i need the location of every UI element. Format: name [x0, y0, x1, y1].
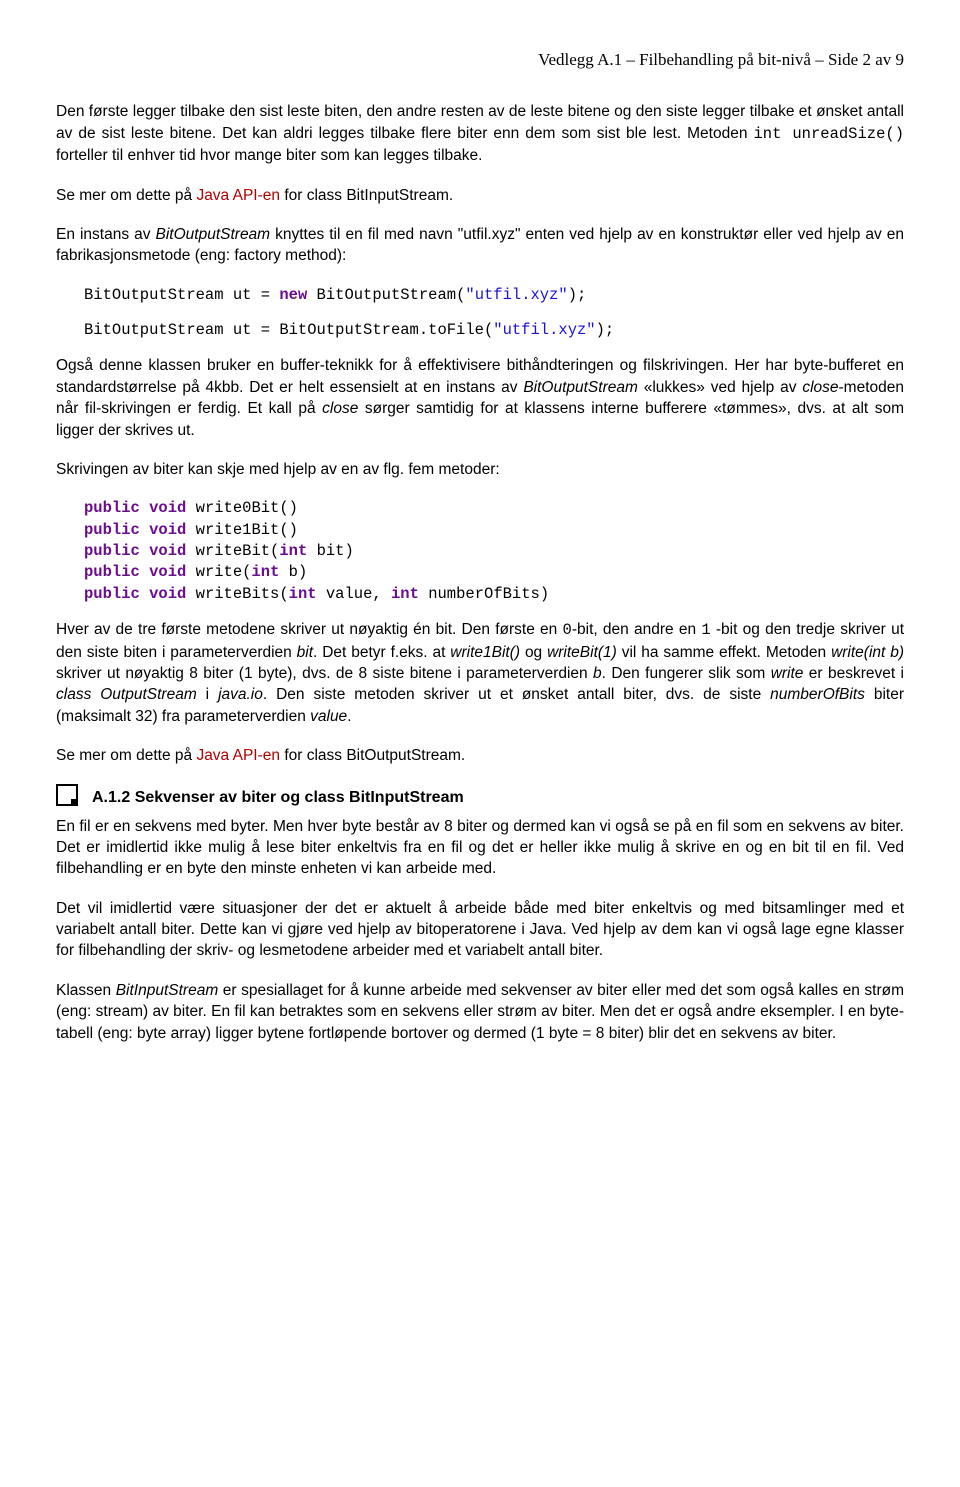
kw: public [84, 585, 140, 603]
paragraph-outputstream-intro: En instans av BitOutputStream knyttes ti… [56, 224, 904, 267]
code-factory: BitOutputStream ut = BitOutputStream.toF… [56, 320, 904, 341]
kw: int [391, 585, 419, 603]
text: vil ha samme effekt. Metoden [617, 644, 831, 661]
code-text: write0Bit() [186, 499, 298, 517]
code-text: BitOutputStream ut = BitOutputStream.toF… [84, 321, 493, 339]
heading-text: A.1.2 Sekvenser av biter og class BitInp… [92, 789, 464, 806]
section-heading: A.1.2 Sekvenser av biter og class BitInp… [56, 784, 904, 809]
code-text: writeBits( [186, 585, 288, 603]
code-text: writeBit( [186, 542, 279, 560]
java-api-link[interactable]: Java API-en [196, 747, 280, 764]
kw: void [149, 563, 186, 581]
kw: void [149, 499, 186, 517]
paragraph-methods-desc: Hver av de tre første metodene skriver u… [56, 619, 904, 727]
class-name: class OutputStream [56, 686, 197, 703]
text: . Det betyr f.eks. at [313, 644, 450, 661]
method-name: close [322, 400, 358, 417]
text: Se mer om dette på [56, 187, 196, 204]
page-header: Vedlegg A.1 – Filbehandling på bit-nivå … [56, 48, 904, 71]
param-name: b [593, 665, 602, 682]
text: Klassen [56, 982, 116, 999]
code-inline: 0 [563, 621, 572, 639]
kw: int [279, 542, 307, 560]
kw: void [149, 521, 186, 539]
paragraph-methods-intro: Skrivingen av biter kan skje med hjelp a… [56, 459, 904, 480]
text: «lukkes» ved hjelp av [638, 379, 802, 396]
code-text: b) [279, 563, 307, 581]
text: for class BitOutputStream. [280, 747, 465, 764]
string-literal: "utfil.xyz" [465, 286, 567, 304]
text: . [347, 708, 351, 725]
code-text: ); [596, 321, 615, 339]
code-text: write( [186, 563, 251, 581]
kw: public [84, 563, 140, 581]
class-name: BitInputStream [116, 982, 219, 999]
kw: int [289, 585, 317, 603]
text: forteller til enhver tid hvor mange bite… [56, 147, 482, 164]
text: for class BitInputStream. [280, 187, 453, 204]
text: . Den fungerer slik som [602, 665, 771, 682]
paragraph-api-link-2: Se mer om dette på Java API-en for class… [56, 745, 904, 766]
code-constructor: BitOutputStream ut = new BitOutputStream… [56, 285, 904, 306]
paragraph-intro: Den første legger tilbake den sist leste… [56, 101, 904, 166]
text: Hver av de tre første metodene skriver u… [56, 621, 563, 638]
text: skriver ut nøyaktig 8 biter (1 byte), dv… [56, 665, 593, 682]
paragraph-10: Klassen BitInputStream er spesiallaget f… [56, 980, 904, 1044]
method-name: write(int b) [831, 644, 904, 661]
code-inline: 1 [701, 621, 710, 639]
kw: int [251, 563, 279, 581]
method-name: write [771, 665, 804, 682]
keyword-new: new [279, 286, 307, 304]
text: i [197, 686, 218, 703]
code-text: BitOutputStream( [307, 286, 465, 304]
class-name: BitOutputStream [523, 379, 638, 396]
code-text: numberOfBits) [419, 585, 549, 603]
code-text: BitOutputStream ut = [84, 286, 279, 304]
java-api-link[interactable]: Java API-en [196, 187, 280, 204]
method-name: write1Bit() [450, 644, 520, 661]
kw: public [84, 499, 140, 517]
class-name: BitOutputStream [156, 226, 271, 243]
method-name: close [802, 379, 838, 396]
code-methods: public void write0Bit() public void writ… [56, 498, 904, 605]
code-text: bit) [307, 542, 354, 560]
param-name: bit [297, 644, 313, 661]
kw: public [84, 542, 140, 560]
kw: public [84, 521, 140, 539]
text: er beskrevet i [803, 665, 904, 682]
method-name: writeBit(1) [547, 644, 617, 661]
paragraph-8: En fil er en sekvens med byter. Men hver… [56, 816, 904, 880]
code-text: write1Bit() [186, 521, 298, 539]
param-name: value [310, 708, 347, 725]
paragraph-9: Det vil imidlertid være situasjoner der … [56, 898, 904, 962]
section-bullet-icon [56, 784, 78, 806]
kw: void [149, 542, 186, 560]
package-name: java.io [218, 686, 263, 703]
code-text: ); [568, 286, 587, 304]
text: En instans av [56, 226, 156, 243]
text: . Den siste metoden skriver ut et ønsket… [263, 686, 770, 703]
text: og [520, 644, 547, 661]
kw: void [149, 585, 186, 603]
text: Se mer om dette på [56, 747, 196, 764]
string-literal: "utfil.xyz" [493, 321, 595, 339]
param-name: numberOfBits [770, 686, 865, 703]
text: -bit, den andre en [572, 621, 702, 638]
code-text: value, [317, 585, 391, 603]
paragraph-api-link: Se mer om dette på Java API-en for class… [56, 185, 904, 206]
code-inline: int unreadSize() [753, 125, 904, 143]
paragraph-buffer: Også denne klassen bruker en buffer-tekn… [56, 355, 904, 441]
